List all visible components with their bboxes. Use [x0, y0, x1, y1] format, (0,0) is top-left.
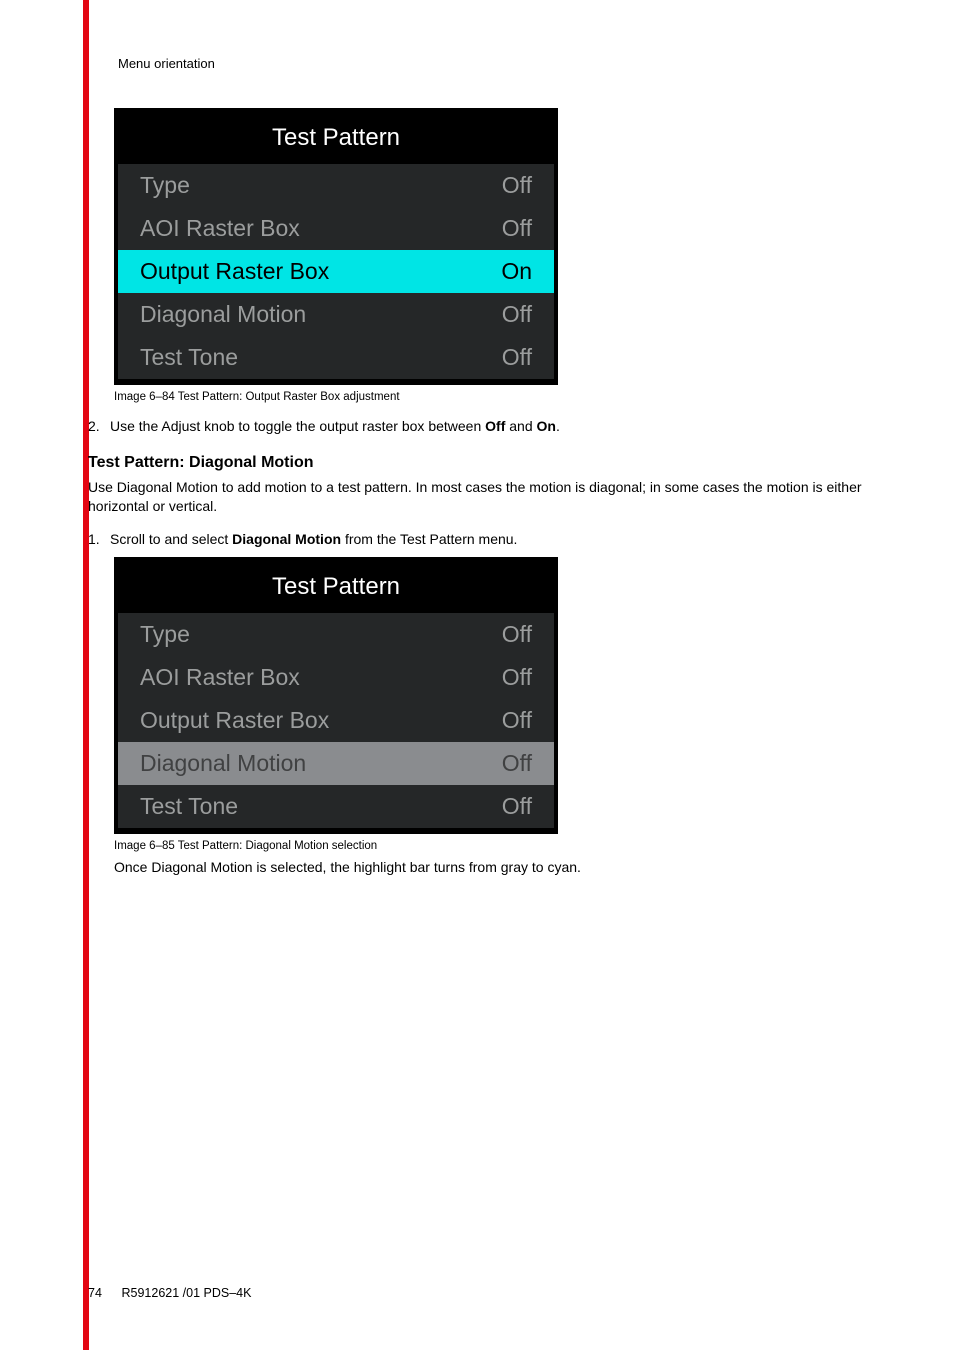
- menu-row-label: Diagonal Motion: [140, 301, 306, 328]
- text-bold: Diagonal Motion: [232, 531, 341, 547]
- menu-row-aoi-raster[interactable]: AOI Raster Box Off: [118, 656, 554, 699]
- text-bold: Off: [485, 418, 505, 434]
- menu-row-value: Off: [502, 750, 532, 777]
- paragraph: Use Diagonal Motion to add motion to a t…: [88, 478, 878, 516]
- step-1: 1. Scroll to and select Diagonal Motion …: [88, 530, 878, 549]
- menu-row-type[interactable]: Type Off: [118, 613, 554, 656]
- menu-row-value: Off: [502, 172, 532, 199]
- image-caption-1: Image 6–84 Test Pattern: Output Raster B…: [114, 391, 878, 403]
- menu-row-label: Type: [140, 172, 190, 199]
- menu-row-value: Off: [502, 707, 532, 734]
- paragraph: Once Diagonal Motion is selected, the hi…: [114, 858, 878, 877]
- menu-row-output-raster-selected[interactable]: Output Raster Box On: [118, 250, 554, 293]
- menu-row-label: AOI Raster Box: [140, 664, 300, 691]
- menu-row-value: Off: [502, 793, 532, 820]
- test-pattern-panel-2: Test Pattern Type Off AOI Raster Box Off…: [114, 557, 558, 834]
- page-number: 74: [88, 1286, 118, 1300]
- text: from the Test Pattern menu.: [341, 531, 517, 547]
- text: and: [505, 418, 536, 434]
- panel-title: Test Pattern: [118, 563, 554, 613]
- menu-row-value: Off: [502, 344, 532, 371]
- section-heading: Test Pattern: Diagonal Motion: [88, 454, 878, 472]
- text: .: [556, 418, 560, 434]
- menu-row-value: Off: [502, 215, 532, 242]
- step-text: Scroll to and select Diagonal Motion fro…: [110, 530, 878, 549]
- page-footer: 74 R5912621 /01 PDS–4K: [88, 1286, 251, 1300]
- menu-row-aoi-raster[interactable]: AOI Raster Box Off: [118, 207, 554, 250]
- menu-row-output-raster[interactable]: Output Raster Box Off: [118, 699, 554, 742]
- step-text: Use the Adjust knob to toggle the output…: [110, 417, 878, 436]
- menu-row-value: On: [501, 258, 532, 285]
- menu-row-label: Test Tone: [140, 793, 238, 820]
- page: Menu orientation Test Pattern Type Off A…: [0, 0, 954, 1350]
- menu-row-label: Diagonal Motion: [140, 750, 306, 777]
- text: Scroll to and select: [110, 531, 232, 547]
- menu-row-label: Type: [140, 621, 190, 648]
- step-number: 1.: [88, 530, 110, 549]
- menu-row-value: Off: [502, 664, 532, 691]
- menu-row-type[interactable]: Type Off: [118, 164, 554, 207]
- menu-row-test-tone[interactable]: Test Tone Off: [118, 785, 554, 828]
- step-2: 2. Use the Adjust knob to toggle the out…: [88, 417, 878, 436]
- panel-title: Test Pattern: [118, 114, 554, 164]
- image-caption-2: Image 6–85 Test Pattern: Diagonal Motion…: [114, 840, 878, 852]
- menu-row-diagonal-motion-highlighted[interactable]: Diagonal Motion Off: [118, 742, 554, 785]
- menu-row-label: Test Tone: [140, 344, 238, 371]
- doc-id: R5912621 /01 PDS–4K: [121, 1286, 251, 1300]
- text-bold: On: [537, 418, 556, 434]
- menu-row-label: Output Raster Box: [140, 258, 329, 285]
- menu-row-test-tone[interactable]: Test Tone Off: [118, 336, 554, 379]
- step-number: 2.: [88, 417, 110, 436]
- menu-row-label: Output Raster Box: [140, 707, 329, 734]
- menu-row-value: Off: [502, 301, 532, 328]
- menu-row-diagonal-motion[interactable]: Diagonal Motion Off: [118, 293, 554, 336]
- test-pattern-panel-1: Test Pattern Type Off AOI Raster Box Off…: [114, 108, 558, 385]
- text: Use the Adjust knob to toggle the output…: [110, 418, 485, 434]
- running-header: Menu orientation: [118, 56, 215, 71]
- menu-row-value: Off: [502, 621, 532, 648]
- menu-row-label: AOI Raster Box: [140, 215, 300, 242]
- content-area: Test Pattern Type Off AOI Raster Box Off…: [88, 100, 878, 876]
